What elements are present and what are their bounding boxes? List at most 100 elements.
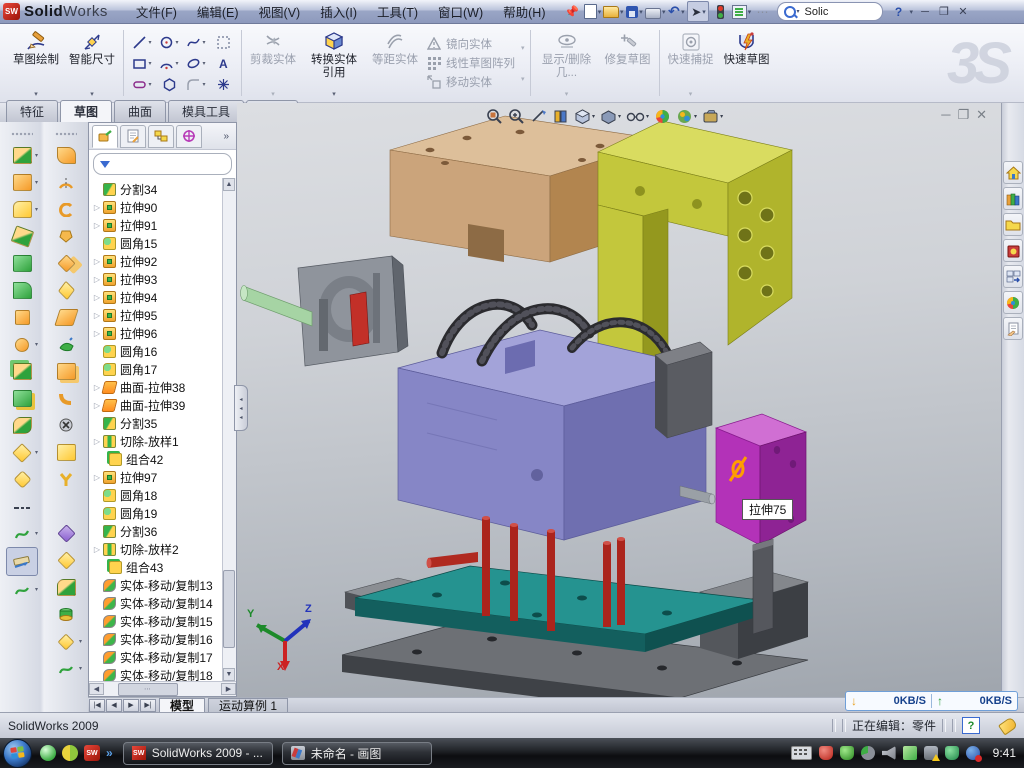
- open-file-button[interactable]: ▾: [603, 2, 623, 21]
- menu-file[interactable]: 文件(F): [126, 2, 187, 21]
- toolbar-icon[interactable]: [51, 466, 81, 493]
- expand-arrow[interactable]: ▷: [91, 311, 103, 320]
- expand-arrow[interactable]: ▷: [91, 203, 103, 212]
- toolbar-icon[interactable]: [7, 466, 37, 493]
- network-speed-widget[interactable]: 0KB/S 0KB/S: [845, 691, 1018, 711]
- toolbar-icon[interactable]: [51, 196, 81, 223]
- close-button[interactable]: ✕: [955, 5, 971, 19]
- tree-item[interactable]: 分割36: [91, 522, 236, 540]
- doc-minimize-button[interactable]: ─: [941, 107, 950, 123]
- tree-item[interactable]: ▷曲面-拉伸38: [91, 378, 236, 396]
- language-bar-keyboard-icon[interactable]: [791, 746, 812, 760]
- sketch-button[interactable]: 草图绘制 ▾: [9, 26, 63, 100]
- toolbar-icon[interactable]: ▾: [7, 576, 37, 603]
- model-tab[interactable]: 模型: [159, 698, 205, 713]
- tab-features[interactable]: 特征: [6, 100, 58, 122]
- rectangle-tool[interactable]: ▾: [129, 53, 155, 73]
- pattern-group-carets[interactable]: ▾▾: [521, 32, 525, 94]
- tree-horizontal-scrollbar[interactable]: ◀ ⋯ ▶: [89, 681, 236, 696]
- view-settings-glasses-icon[interactable]: ▾: [625, 108, 650, 125]
- update-check-tray-icon[interactable]: [861, 746, 875, 760]
- sketch-text-tool[interactable]: A: [210, 53, 236, 73]
- scroll-right-button[interactable]: ▶: [221, 683, 236, 695]
- toolbar-icon[interactable]: [51, 493, 81, 520]
- toolbar-icon[interactable]: [51, 142, 81, 169]
- scene-icon[interactable]: ▾: [675, 107, 698, 126]
- toolbar-icon[interactable]: [51, 169, 81, 196]
- tree-item[interactable]: ▷拉伸90: [91, 198, 236, 216]
- last-tab-button[interactable]: ▶|: [140, 699, 156, 712]
- toolbar-icon[interactable]: [51, 250, 81, 277]
- toolbar-icon[interactable]: ▾: [7, 439, 37, 466]
- expand-arrow[interactable]: ▷: [91, 257, 103, 266]
- toolbar-icon[interactable]: [7, 223, 37, 250]
- toolbar-icon[interactable]: ▾: [51, 628, 81, 655]
- save-button[interactable]: ▾: [624, 2, 644, 21]
- volume-tray-icon[interactable]: [882, 746, 896, 760]
- expand-arrow[interactable]: ▷: [91, 545, 103, 554]
- convert-caret[interactable]: ▾: [332, 90, 336, 98]
- tree-item[interactable]: 分割34: [91, 180, 236, 198]
- antivirus-tray-icon[interactable]: [819, 746, 833, 760]
- taskbar-button-solidworks[interactable]: SW SolidWorks 2009 - ...: [123, 742, 273, 765]
- tree-item[interactable]: 圆角16: [91, 342, 236, 360]
- quick-snaps-button[interactable]: 快速捕捉 ▾: [664, 26, 718, 100]
- blocked-app-tray-icon[interactable]: [966, 746, 980, 760]
- toolbar-icon[interactable]: ▾: [7, 169, 37, 196]
- toolbar-icon[interactable]: ▾: [7, 520, 37, 547]
- tab-surfaces[interactable]: 曲面: [114, 100, 166, 122]
- tree-item[interactable]: 实体-移动/复制13: [91, 576, 236, 594]
- toolbar-icon[interactable]: [7, 385, 37, 412]
- expand-arrow[interactable]: ▷: [91, 329, 103, 338]
- 3d-viewport[interactable]: ▾ ▾ ▾ ▾ ▾ ─ ❐ ✕ 拉伸75 Y Z X: [237, 103, 1001, 697]
- menu-edit[interactable]: 编辑(E): [187, 2, 249, 21]
- custom-properties-button[interactable]: [1003, 317, 1023, 340]
- scroll-down-button[interactable]: ▼: [223, 668, 235, 681]
- toolbar-icon[interactable]: [51, 385, 81, 412]
- toolbar-icon[interactable]: [51, 439, 81, 466]
- trim-entities-button[interactable]: 剪裁实体 ▾: [246, 26, 300, 100]
- appearances-scenes-button[interactable]: [1003, 291, 1023, 314]
- dimxpert-manager-tab[interactable]: [176, 125, 202, 148]
- tree-item[interactable]: ▷拉伸97: [91, 468, 236, 486]
- tree-item[interactable]: 实体-移动/复制17: [91, 648, 236, 666]
- sketch-fillet-tool[interactable]: ▾: [183, 74, 209, 94]
- options-list-button[interactable]: ▾: [731, 2, 751, 21]
- taskbar-clock[interactable]: 9:41: [993, 746, 1016, 760]
- toolbar-icon[interactable]: ▾: [7, 142, 37, 169]
- camera-view-icon[interactable]: ▾: [701, 108, 724, 125]
- measure-tool-button[interactable]: [6, 547, 38, 576]
- spline-tool[interactable]: ▾: [183, 32, 209, 52]
- sketch-caret[interactable]: ▾: [34, 90, 38, 98]
- arc-tool[interactable]: ▾: [156, 53, 182, 73]
- tab-sketch[interactable]: 草图: [60, 100, 112, 123]
- scrollbar-thumb[interactable]: ⋯: [118, 683, 178, 696]
- tree-item[interactable]: 实体-移动/复制16: [91, 630, 236, 648]
- print-button[interactable]: ▾: [645, 2, 665, 21]
- sync-tray-icon[interactable]: [903, 746, 917, 760]
- tree-filter-input[interactable]: [93, 153, 232, 175]
- design-library-button[interactable]: [1003, 187, 1023, 210]
- help-button[interactable]: ?: [888, 2, 908, 21]
- toolbar-icon[interactable]: [7, 493, 37, 520]
- prev-tab-button[interactable]: ◀: [106, 699, 122, 712]
- search-scope-caret[interactable]: ▾: [796, 8, 799, 15]
- tree-item[interactable]: ▷切除-放样2: [91, 540, 236, 558]
- display-delete-relations-button[interactable]: 显示/删除几... ▾: [535, 26, 599, 100]
- toolbar-icon[interactable]: [7, 304, 37, 331]
- display-style-icon[interactable]: ▾: [573, 107, 596, 126]
- minimize-button[interactable]: ─: [917, 5, 933, 19]
- zoom-area-icon[interactable]: [507, 107, 526, 126]
- tree-item[interactable]: ▷拉伸93: [91, 270, 236, 288]
- doc-restore-button[interactable]: ❐: [957, 107, 969, 123]
- tree-item[interactable]: 实体-移动/复制14: [91, 594, 236, 612]
- toolbar-icon[interactable]: [7, 412, 37, 439]
- toolbox-button[interactable]: [1003, 239, 1023, 262]
- toolbar-icon[interactable]: [51, 601, 81, 628]
- toolbar-icon[interactable]: [51, 412, 81, 439]
- menu-help[interactable]: 帮助(H): [493, 2, 555, 21]
- restore-button[interactable]: ❐: [936, 5, 952, 19]
- toolbar-icon[interactable]: ▾: [7, 331, 37, 358]
- network-warning-tray-icon[interactable]: [924, 746, 938, 760]
- section-view-icon[interactable]: [529, 107, 548, 126]
